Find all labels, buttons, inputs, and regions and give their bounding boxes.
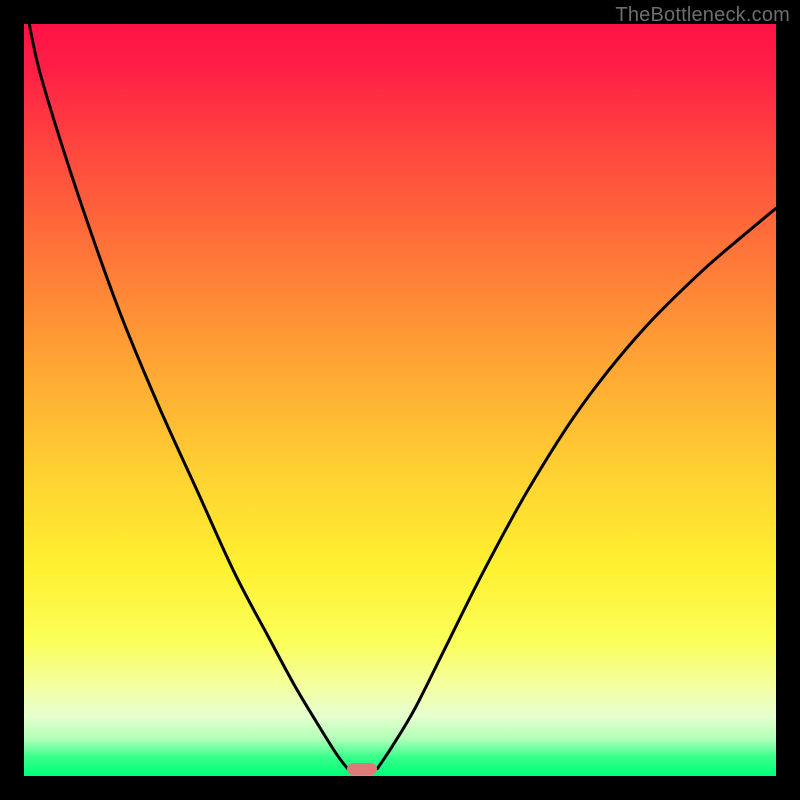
attribution-watermark: TheBottleneck.com [615,4,790,27]
curve-layer [24,24,776,776]
chart-canvas: TheBottleneck.com [0,0,800,800]
plot-area [24,24,776,776]
curve-left-branch [28,24,348,768]
cusp-marker [347,763,377,775]
curve-right-branch [377,208,776,768]
